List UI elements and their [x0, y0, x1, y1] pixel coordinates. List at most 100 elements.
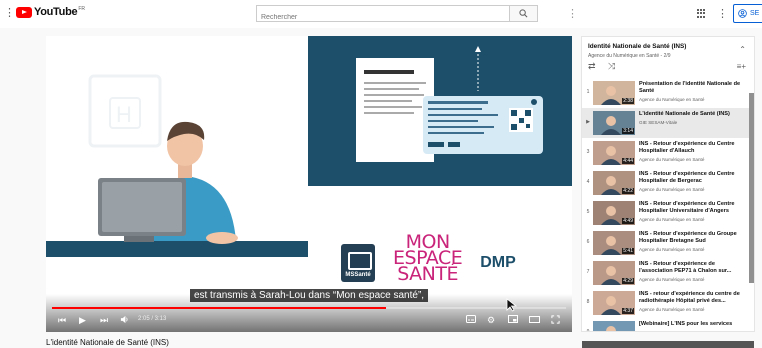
mssante-logo: MSSanté — [341, 244, 375, 282]
logo-country-code: FR — [78, 6, 85, 12]
video-player[interactable]: H MSSanté MON ESPACE SANTÉ DMP est trans… — [46, 36, 572, 332]
sign-in-button[interactable]: SE — [733, 4, 762, 23]
youtube-logo[interactable]: YouTube FR — [16, 6, 85, 18]
guide-menu-icon[interactable]: ⋮ — [4, 7, 15, 19]
playlist-item-thumbnail[interactable]: 2:38 — [593, 81, 635, 105]
playlist-item-duration: 5:41 — [622, 248, 634, 254]
miniplayer-icon[interactable] — [508, 315, 518, 325]
settings-dots-icon[interactable]: ⋮ — [717, 7, 728, 20]
mouse-cursor-icon — [506, 298, 518, 312]
playlist-item-index: ▶ — [586, 119, 590, 125]
playlist-item-title[interactable]: INS - Retour d'expérience du Centre Hosp… — [639, 171, 749, 185]
settings-gear-icon[interactable]: ⚙ — [487, 315, 495, 325]
progress-fill — [52, 307, 387, 309]
video-scene-left: H — [46, 36, 308, 332]
miniplayer-shape-icon — [508, 315, 518, 323]
previous-icon[interactable]: ⏮ — [58, 315, 66, 325]
loop-icon[interactable]: ⇄ — [588, 61, 596, 72]
search-button[interactable] — [510, 5, 538, 22]
video-caption: est transmis à Sarah-Lou dans “Mon espac… — [46, 289, 572, 302]
video-title: L'identité Nationale de Santé (INS) — [46, 338, 169, 347]
playlist-item-thumbnail[interactable]: 4:44 — [593, 141, 635, 165]
playlist-item-text: INS - Retour d'expérience de l'associati… — [639, 261, 749, 282]
playlist-item-index: 8 — [586, 299, 590, 305]
fullscreen-icon[interactable] — [551, 315, 560, 326]
playlist-item-title[interactable]: Présentation de l'identité Nationale de … — [639, 81, 749, 95]
playlist-item[interactable]: 1 2:38 Présentation de l'identité National… — [582, 78, 750, 108]
playlist-item[interactable]: ▶ 3:14 L'identité Nationale de Santé (INS)… — [582, 108, 750, 138]
save-playlist-icon[interactable]: ≡+ — [737, 62, 746, 71]
search-input[interactable] — [257, 10, 509, 25]
playlist-item-thumbnail[interactable]: 5:41 — [593, 231, 635, 255]
vitale-card-illustration — [356, 46, 543, 162]
playlist-scrollbar[interactable] — [749, 93, 754, 283]
subtitles-icon[interactable] — [466, 315, 476, 325]
playlist-item[interactable]: 4 4:22 INS - Retour d'expérience du Centre… — [582, 168, 750, 198]
playlist-item-title[interactable]: INS - retour d'expérience du centre de r… — [639, 291, 749, 305]
playlist-title[interactable]: Identité Nationale de Santé (INS) — [588, 43, 748, 50]
playlist-item-channel: Agence du Numérique en Santé — [639, 217, 705, 222]
playlist-item-thumbnail[interactable]: 3:14 — [593, 111, 635, 135]
playlist-item-duration: 4:29 — [622, 278, 634, 284]
playlist-item-text: INS - Retour d'expérience du Groupe Hosp… — [639, 231, 749, 252]
doctor-illustration: H — [46, 36, 308, 332]
playlist-item-text: Présentation de l'identité Nationale de … — [639, 81, 749, 102]
playlist-item-thumbnail[interactable]: 4:29 — [593, 261, 635, 285]
services-logos: MSSanté MON ESPACE SANTÉ DMP — [341, 233, 516, 284]
theater-mode-icon[interactable] — [529, 315, 540, 325]
playlist-subtitle: Agence du Numérique en Santé - 2/9 — [588, 53, 671, 59]
playlist-item[interactable]: 8 4:37 INS - retour d'expérience du centre… — [582, 288, 750, 318]
playlist-item-text: INS - Retour d'expérience du Centre Hosp… — [639, 171, 749, 192]
playlist-item-title[interactable]: INS - Retour d'expérience du Groupe Hosp… — [639, 231, 749, 245]
playlist-panel: Identité Nationale de Santé (INS) Agence… — [581, 36, 755, 332]
playlist-item-index: 1 — [586, 89, 590, 95]
playlist-item-index: 6 — [586, 239, 590, 245]
playlist-item-text: L'identité Nationale de Santé (INS) GIE S… — [639, 111, 749, 125]
playlist-item-duration: 2:38 — [622, 98, 634, 104]
playlist-item-thumbnail[interactable] — [593, 321, 635, 331]
playlist-item[interactable]: 6 5:41 INS - Retour d'expérience du Groupe… — [582, 228, 750, 258]
cc-icon — [466, 315, 476, 323]
playlist-item-index: 4 — [586, 179, 590, 185]
playlist-item-title[interactable]: L'identité Nationale de Santé (INS) — [639, 111, 749, 118]
playlist-item-title[interactable]: [Webinaire] L'INS pour les services — [639, 321, 749, 328]
playlist-item-duration: 4:22 — [622, 188, 634, 194]
playlist-item-duration: 4:44 — [622, 158, 634, 164]
video-scene-card — [308, 36, 572, 186]
theater-shape-icon — [529, 316, 540, 323]
playlist-item-index: 3 — [586, 149, 590, 155]
next-icon[interactable]: ⏭ — [100, 315, 108, 325]
playlist-item-title[interactable]: INS - Retour d'expérience de l'associati… — [639, 261, 749, 275]
more-icon[interactable]: ⋮ — [567, 7, 578, 20]
playlist-item-text: INS - Retour d'expérience du Centre Hosp… — [639, 201, 749, 222]
playlist-item-channel: Agence du Numérique en Santé — [639, 247, 705, 252]
playlist-item[interactable]: 9 [Webinaire] L'INS pour les services — [582, 318, 750, 332]
playlist-item-text: INS - retour d'expérience du centre de r… — [639, 291, 749, 312]
playlist-item-thumbnail[interactable]: 4:49 — [593, 201, 635, 225]
playlist-item-title[interactable]: INS - Retour d'expérience du Centre Hosp… — [639, 141, 749, 155]
playlist-item-duration: 4:49 — [622, 218, 634, 224]
collapse-chevron-icon[interactable]: ⌃ — [739, 45, 746, 54]
playlist-item[interactable]: 7 4:29 INS - Retour d'expérience de l'asso… — [582, 258, 750, 288]
playlist-item-thumbnail[interactable]: 4:22 — [593, 171, 635, 195]
youtube-play-icon — [16, 6, 32, 18]
playlist-item-title[interactable]: INS - Retour d'expérience du Centre Hosp… — [639, 201, 749, 215]
playlist-item-thumbnail[interactable]: 4:37 — [593, 291, 635, 315]
playlist-item[interactable]: 3 4:44 INS - Retour d'expérience du Centre… — [582, 138, 750, 168]
playlist-item[interactable]: 5 4:49 INS - Retour d'expérience du Centre… — [582, 198, 750, 228]
progress-bar[interactable] — [52, 307, 566, 309]
playlist-item-index: 9 — [586, 329, 590, 332]
recommended-thumbnail[interactable] — [582, 341, 754, 348]
volume-icon[interactable] — [120, 315, 129, 326]
playlist-item-index: 5 — [586, 209, 590, 215]
search-box[interactable] — [256, 5, 510, 25]
account-icon — [738, 9, 747, 18]
shuffle-icon[interactable]: ⤨ — [608, 61, 615, 72]
apps-grid-icon[interactable] — [697, 9, 706, 18]
playlist-item-index: 7 — [586, 269, 590, 275]
play-icon[interactable]: ▶ — [79, 315, 86, 325]
sign-in-label: SE — [750, 10, 760, 17]
playlist-item-channel: Agence du Numérique en Santé — [639, 187, 705, 192]
thumbnail-image — [593, 321, 635, 331]
mon-espace-sante-logo: MON ESPACE SANTÉ — [393, 233, 463, 284]
